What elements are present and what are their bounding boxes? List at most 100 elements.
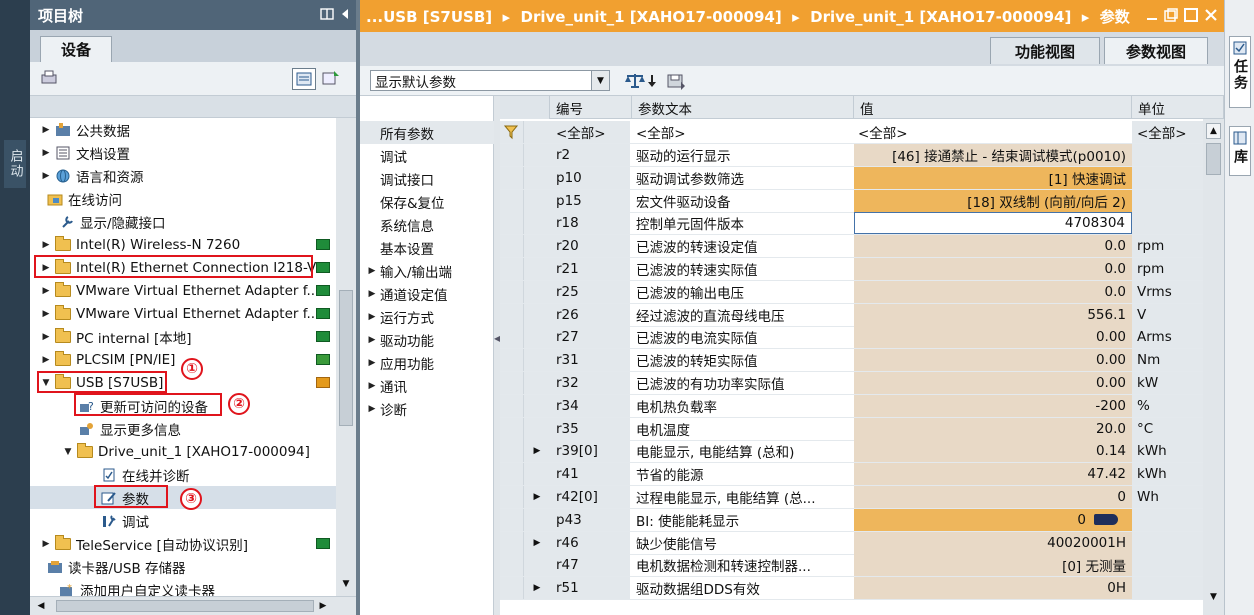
tab-function-view[interactable]: 功能视图 [990, 37, 1100, 64]
tree-item-show-more-info[interactable]: 显示更多信息 [30, 417, 336, 440]
expand-arrow-icon[interactable]: ▶ [366, 357, 378, 369]
expand-arrow-icon[interactable]: ▶ [40, 170, 52, 182]
expand-arrow-icon[interactable]: ▶ [366, 334, 378, 346]
parameter-row[interactable]: r18 控制单元固件版本 4708304 [500, 212, 1203, 236]
parameter-row[interactable]: r47 电机数据检测和转速控制器... [0] 无测量 [500, 554, 1203, 578]
param-value[interactable]: [0] 无测量 [854, 554, 1132, 577]
parameter-row[interactable]: r25 已滤波的输出电压 0.0 Vrms [500, 280, 1203, 304]
row-selector[interactable] [500, 303, 524, 326]
tree-vertical-scrollbar[interactable]: ▼ [336, 118, 356, 596]
expand-arrow-icon[interactable]: ▶ [40, 239, 52, 251]
detail-view-icon[interactable] [292, 68, 316, 90]
row-selector[interactable] [500, 258, 524, 280]
filter-unit[interactable]: <全部> [1132, 121, 1203, 143]
category-item[interactable]: 系统信息 [360, 213, 494, 236]
tree-item-doc-settings[interactable]: ▶ 文档设置 [30, 141, 336, 164]
download-arrow-icon[interactable] [647, 74, 657, 88]
expand-arrow-icon[interactable]: ▶ [366, 265, 378, 277]
param-value[interactable]: 4708304 [854, 212, 1132, 235]
expand-arrow-icon[interactable]: ▶ [366, 311, 378, 323]
parameter-row[interactable]: r26 经过滤波的直流母线电压 556.1 V [500, 303, 1203, 327]
filter-id[interactable]: <全部> [550, 121, 630, 143]
param-value[interactable]: 0.14 [854, 440, 1132, 463]
row-selector[interactable] [500, 440, 524, 463]
print-icon[interactable] [40, 70, 58, 86]
header-unit[interactable]: 单位 [1132, 96, 1224, 119]
expand-arrow-icon[interactable]: ▶ [40, 308, 52, 320]
expand-arrow-icon[interactable]: ▶ [524, 531, 550, 554]
row-selector[interactable] [500, 212, 524, 235]
tree-item-common-data[interactable]: ▶ 公共数据 [30, 118, 336, 141]
parameter-row[interactable]: r34 电机热负载率 -200% [500, 394, 1203, 418]
expand-arrow-icon[interactable]: ▶ [40, 124, 52, 136]
expand-arrow-icon[interactable]: ▶ [366, 403, 378, 415]
param-value[interactable]: 40020001H [854, 531, 1132, 554]
maximize-icon[interactable] [1184, 8, 1198, 22]
param-value[interactable]: [18] 双线制 (向前/向后 2) [854, 189, 1132, 212]
collapse-arrow-icon[interactable] [32, 193, 44, 205]
tree-item-show-hide-interfaces[interactable]: 显示/隐藏接口 [30, 210, 336, 233]
row-selector[interactable] [500, 508, 524, 531]
parameter-row[interactable]: r35 电机温度 20.0 °C [500, 417, 1203, 441]
param-value[interactable]: [46] 接通禁止 - 结束调试模式(p0010) [854, 144, 1132, 166]
category-item[interactable]: 调试 [360, 144, 494, 167]
parameter-row[interactable]: ▶ r42[0] 过程电能显示, 电能结算 (总... 0 Wh [500, 486, 1203, 509]
tree-hscroll-thumb[interactable] [56, 600, 314, 612]
header-id[interactable]: 编号 [550, 96, 632, 119]
row-selector[interactable] [500, 417, 524, 440]
param-value[interactable]: 0.00 [854, 372, 1132, 394]
panel-layout-icon[interactable] [320, 7, 334, 21]
row-selector[interactable] [500, 554, 524, 577]
row-selector[interactable] [500, 166, 524, 189]
row-selector[interactable] [500, 531, 524, 554]
row-selector[interactable] [500, 463, 524, 486]
parameter-row[interactable]: r20 已滤波的转速设定值 0.0 rpm [500, 235, 1203, 259]
tree-item-drive-unit[interactable]: ▼ Drive_unit_1 [XAHO17-000094] [30, 440, 336, 463]
tree-item-card-reader[interactable]: 读卡器/USB 存储器 [30, 555, 336, 578]
tree-item-languages[interactable]: ▶ 语言和资源 [30, 164, 336, 187]
parameter-row[interactable]: ▶ r39[0] 电能显示, 电能结算 (总和) 0.14 kWh [500, 440, 1203, 464]
expand-arrow-icon[interactable]: ▶ [40, 354, 52, 366]
tree-item-vmware-2[interactable]: ▶ VMware Virtual Ethernet Adapter f... [30, 302, 336, 325]
expand-arrow-icon[interactable]: ▶ [366, 380, 378, 392]
minimize-icon[interactable] [1146, 8, 1158, 22]
parameter-row[interactable]: r21 已滤波的转速实际值 0.0 rpm [500, 258, 1203, 281]
table-vertical-scrollbar[interactable]: ▲ ▼ [1203, 119, 1224, 615]
expand-arrow-icon[interactable]: ▶ [40, 147, 52, 159]
row-selector[interactable] [500, 280, 524, 303]
expand-arrow-icon[interactable]: ▶ [40, 285, 52, 297]
expand-arrow-icon[interactable]: ▶ [40, 538, 52, 550]
parameter-row[interactable]: r41 节省的能源 47.42 kWh [500, 463, 1203, 487]
param-value[interactable]: 0 [854, 486, 1132, 508]
category-item[interactable]: ▶ 运行方式 [360, 305, 494, 328]
tab-parameter-view[interactable]: 参数视图 [1104, 37, 1208, 64]
row-selector[interactable] [500, 577, 524, 600]
category-item[interactable]: ▶ 输入/输出端 [360, 259, 494, 282]
row-selector[interactable] [500, 394, 524, 417]
scroll-left-icon[interactable]: ◀ [34, 599, 48, 613]
parameter-row[interactable]: p10 驱动调试参数筛选 [1] 快速调试 [500, 166, 1203, 190]
expand-arrow-icon[interactable]: ▶ [524, 440, 550, 463]
row-selector[interactable] [500, 235, 524, 258]
parameter-row[interactable]: ▶ r46 缺少使能信号 40020001H [500, 531, 1203, 555]
tree-item-wireless[interactable]: ▶ Intel(R) Wireless-N 7260 [30, 233, 336, 256]
compare-icon[interactable] [624, 72, 646, 90]
scroll-right-icon[interactable]: ▶ [316, 599, 330, 613]
parameter-filter-select[interactable]: 显示默认参数 ▼ [370, 70, 610, 91]
category-item[interactable]: 保存&复位 [360, 190, 494, 213]
bico-connector-icon[interactable] [1094, 514, 1118, 526]
parameter-row[interactable]: r31 已滤波的转矩实际值 0.00 Nm [500, 349, 1203, 373]
collapse-arrow-icon[interactable]: ▼ [62, 446, 74, 458]
category-item[interactable]: 调试接口 [360, 167, 494, 190]
category-item[interactable]: 基本设置 [360, 236, 494, 259]
row-selector[interactable] [500, 349, 524, 372]
param-value[interactable]: 0.00 [854, 326, 1132, 349]
param-value[interactable]: 0H [854, 577, 1132, 600]
category-item[interactable]: 所有参数 [360, 121, 494, 144]
tree-scroll-thumb[interactable] [339, 290, 353, 426]
expand-arrow-icon[interactable]: ▶ [524, 486, 550, 508]
row-selector[interactable] [500, 486, 524, 508]
expand-arrow-icon[interactable]: ▶ [366, 288, 378, 300]
tab-tasks[interactable]: 任务 [1229, 36, 1251, 108]
param-value[interactable]: 20.0 [854, 417, 1132, 440]
